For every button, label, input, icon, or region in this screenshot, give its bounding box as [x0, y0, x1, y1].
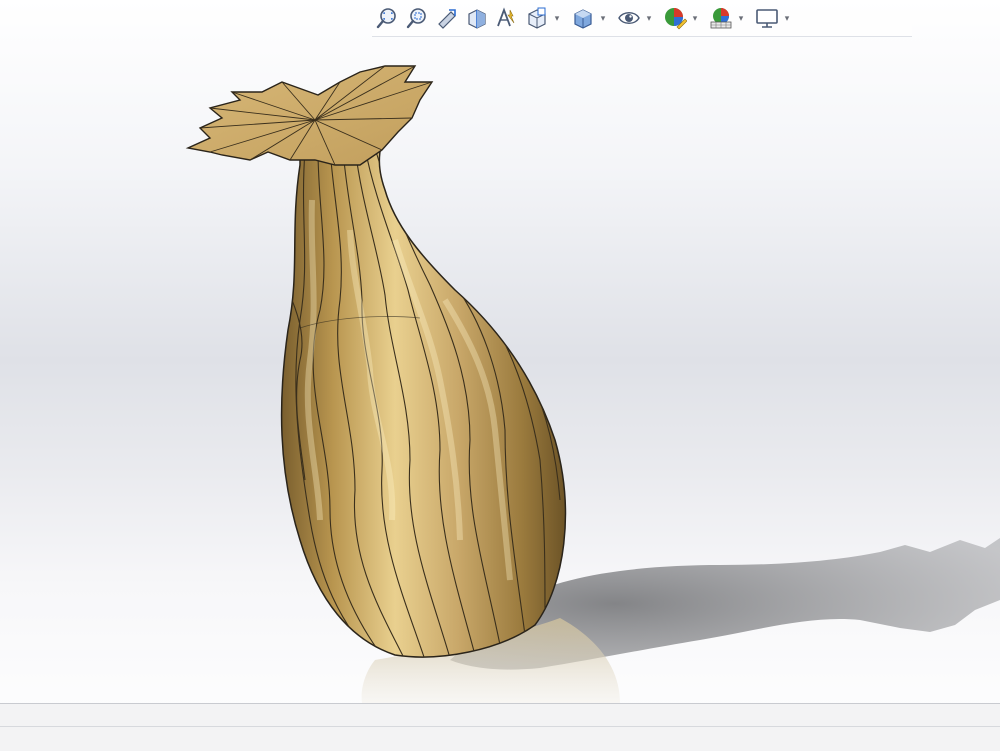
vase-3d-model[interactable]: [0, 0, 1000, 703]
view-orientation-button[interactable]: [522, 3, 552, 33]
section-view-button[interactable]: [462, 3, 492, 33]
status-divider: [0, 726, 1000, 727]
display-style-button[interactable]: [568, 3, 598, 33]
view-settings-dropdown[interactable]: ▾: [782, 3, 792, 33]
edit-appearance-icon: [665, 8, 687, 30]
dynamic-annotation-icon: [497, 7, 515, 27]
apply-scene-button[interactable]: [706, 3, 736, 33]
edit-appearance-dropdown[interactable]: ▾: [690, 3, 700, 33]
previous-view-button[interactable]: [432, 3, 462, 33]
zoom-to-area-icon: [406, 8, 426, 29]
view-orientation-dropdown[interactable]: ▾: [552, 3, 562, 33]
display-style-dropdown[interactable]: ▾: [598, 3, 608, 33]
zoom-to-fit-button[interactable]: [372, 3, 402, 33]
section-view-icon: [468, 9, 486, 29]
graphics-area[interactable]: ▾ ▾ ▾ ▾ ▾ ▾: [0, 0, 1000, 703]
heads-up-view-toolbar: ▾ ▾ ▾ ▾ ▾ ▾: [372, 0, 912, 37]
view-orientation-icon: [528, 7, 546, 29]
display-style-icon: [574, 9, 592, 29]
hide-show-items-dropdown[interactable]: ▾: [644, 3, 654, 33]
previous-view-icon: [438, 9, 456, 29]
apply-scene-dropdown[interactable]: ▾: [736, 3, 746, 33]
view-settings-icon: [756, 9, 778, 28]
edit-appearance-button[interactable]: [660, 3, 690, 33]
apply-scene-icon: [710, 8, 732, 29]
hide-show-items-button[interactable]: [614, 3, 644, 33]
view-settings-button[interactable]: [752, 3, 782, 33]
vase-top-face[interactable]: [185, 65, 434, 166]
dynamic-annotation-button[interactable]: [492, 3, 522, 33]
status-bar: [0, 703, 1000, 751]
hide-show-items-icon: [618, 12, 640, 24]
zoom-to-area-button[interactable]: [402, 3, 432, 33]
zoom-to-fit-icon: [376, 8, 396, 29]
